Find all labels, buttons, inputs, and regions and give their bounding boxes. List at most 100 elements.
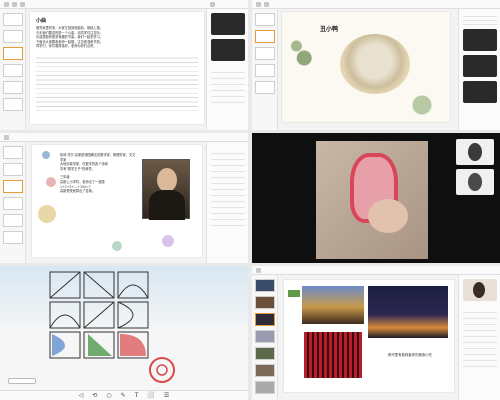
thumb-5[interactable] bbox=[255, 81, 275, 94]
camera-feed bbox=[211, 13, 245, 35]
chat-list[interactable] bbox=[211, 67, 245, 107]
back-button[interactable]: ◁ bbox=[79, 392, 84, 399]
thumb-2[interactable] bbox=[255, 296, 275, 309]
slide-thumbnails bbox=[0, 9, 26, 130]
share-icon[interactable] bbox=[210, 2, 215, 7]
panel-whiteboard-shapes: ◁ ⟲ ○ ✎ T ⬜ ☰ bbox=[0, 266, 248, 400]
thumb-3[interactable] bbox=[3, 180, 23, 193]
chat-list[interactable] bbox=[463, 307, 497, 367]
hand bbox=[368, 199, 408, 233]
thumb-4[interactable] bbox=[255, 330, 275, 343]
chat-list[interactable] bbox=[463, 13, 497, 25]
arc bbox=[49, 314, 81, 329]
shape-tool[interactable]: ○ bbox=[106, 392, 111, 399]
section-tag bbox=[288, 290, 300, 297]
file-icon[interactable] bbox=[12, 2, 17, 7]
slide-caption: 夜市里有各种各样的美食小吃 bbox=[387, 353, 433, 357]
camera-feed bbox=[463, 81, 497, 103]
slide-thumbnails bbox=[252, 275, 278, 400]
thumb-5[interactable] bbox=[3, 81, 23, 94]
pen-toolbar: ◁ ⟲ ○ ✎ T ⬜ ☰ bbox=[0, 390, 248, 400]
avatar bbox=[468, 173, 482, 191]
photo-night-city bbox=[368, 286, 448, 338]
decor-dot bbox=[112, 241, 122, 251]
thumb-4[interactable] bbox=[3, 64, 23, 77]
thumb-5[interactable] bbox=[255, 347, 275, 360]
decor-dot bbox=[162, 235, 174, 247]
portrait-face bbox=[157, 168, 177, 192]
thumb-4[interactable] bbox=[3, 197, 23, 210]
thumb-1[interactable] bbox=[3, 13, 23, 26]
thumb-7[interactable] bbox=[255, 381, 275, 394]
slide-canvas[interactable]: 哈利·托尔·高斯是德国著名的数学家，物理学家，天文学家 大地测量学家，在数学的各… bbox=[32, 145, 202, 257]
camera-feed bbox=[463, 279, 497, 301]
chat-list[interactable] bbox=[211, 148, 245, 228]
slide-canvas[interactable]: 夜市里有各种各样的美食小吃 bbox=[284, 280, 454, 392]
red-circle bbox=[149, 357, 175, 383]
photo-temple bbox=[302, 286, 364, 324]
text-tool[interactable]: T bbox=[135, 392, 139, 399]
eraser-tool[interactable]: ⬜ bbox=[147, 392, 154, 399]
diagonal bbox=[83, 271, 115, 299]
panel-slide-gauss: 哈利·托尔·高斯是德国著名的数学家，物理学家，天文学家 大地测量学家，在数学的各… bbox=[0, 133, 248, 263]
thumb-6[interactable] bbox=[3, 98, 23, 111]
diagonal bbox=[83, 301, 115, 329]
video-frame bbox=[316, 141, 428, 259]
text-line: 哈利·托尔·高斯是德国著名的数学家，物理学家，天文学家 bbox=[60, 153, 136, 162]
page-indicator[interactable] bbox=[8, 378, 36, 384]
thumb-2[interactable] bbox=[3, 30, 23, 43]
camera-feed bbox=[456, 139, 494, 165]
participant-panel bbox=[458, 275, 500, 400]
thumb-2[interactable] bbox=[255, 30, 275, 43]
text-line: 同学们，你们唱得真好，老师为你们点赞。 bbox=[36, 44, 97, 49]
thumb-6[interactable] bbox=[255, 364, 275, 377]
leaf-decoration bbox=[286, 30, 312, 70]
decor-dot bbox=[46, 177, 56, 187]
menu-icon[interactable] bbox=[4, 2, 9, 7]
undo-icon[interactable] bbox=[20, 2, 25, 7]
red-circle-inner bbox=[156, 364, 168, 376]
menu-icon[interactable] bbox=[256, 2, 261, 7]
decor-dot bbox=[42, 151, 50, 159]
undo-button[interactable]: ⟲ bbox=[92, 392, 97, 399]
camera-feed bbox=[211, 39, 245, 61]
avatar bbox=[468, 143, 482, 161]
slide-paragraph: 做完家里的事，大家又回到电脑前，继续上课。 今天我们要讲的是一个小曲，请同学们注… bbox=[36, 26, 198, 49]
thumb-4[interactable] bbox=[255, 64, 275, 77]
thumb-1[interactable] bbox=[255, 13, 275, 26]
portrait-coat bbox=[149, 190, 185, 220]
slide-paragraph: 哈利·托尔·高斯是德国著名的数学家，物理学家，天文学家 大地测量学家，在数学的各… bbox=[60, 153, 138, 194]
camera-feed bbox=[463, 29, 497, 51]
toolbar bbox=[252, 266, 500, 275]
thumb-3[interactable] bbox=[255, 47, 275, 60]
arc bbox=[117, 284, 149, 299]
green-fill bbox=[88, 334, 112, 356]
thumb-3[interactable] bbox=[3, 47, 23, 60]
thumb-1[interactable] bbox=[255, 279, 275, 292]
blue-fill bbox=[52, 334, 65, 356]
participant-panel bbox=[206, 142, 248, 263]
menu-button[interactable]: ☰ bbox=[164, 392, 169, 399]
menu-icon[interactable] bbox=[4, 135, 9, 140]
thumb-5[interactable] bbox=[3, 214, 23, 227]
pen-tool[interactable]: ✎ bbox=[121, 392, 126, 399]
file-icon[interactable] bbox=[264, 2, 269, 7]
camera-feed bbox=[463, 55, 497, 77]
slide-title: 小曲 bbox=[36, 18, 47, 24]
red-fill bbox=[120, 334, 146, 356]
panel-slide-duckling: 丑小鸭 bbox=[252, 0, 500, 130]
slide-canvas[interactable]: 小曲 做完家里的事，大家又回到电脑前，继续上课。 今天我们要讲的是一个小曲，请同… bbox=[30, 12, 204, 124]
slide-canvas[interactable]: 丑小鸭 bbox=[282, 12, 450, 122]
portrait-image bbox=[142, 159, 190, 220]
thumb-1[interactable] bbox=[3, 146, 23, 159]
menu-icon[interactable] bbox=[256, 268, 261, 273]
shape-grid bbox=[49, 271, 175, 383]
toolbar bbox=[0, 133, 248, 142]
slide-thumbnails bbox=[0, 142, 26, 263]
participant-panel bbox=[458, 9, 500, 130]
thumb-2[interactable] bbox=[3, 163, 23, 176]
leaf-decoration bbox=[402, 92, 442, 118]
thumb-3[interactable] bbox=[255, 313, 275, 326]
video-grid: 小曲 做完家里的事，大家又回到电脑前，继续上课。 今天我们要讲的是一个小曲，请同… bbox=[0, 0, 500, 400]
thumb-6[interactable] bbox=[3, 231, 23, 244]
